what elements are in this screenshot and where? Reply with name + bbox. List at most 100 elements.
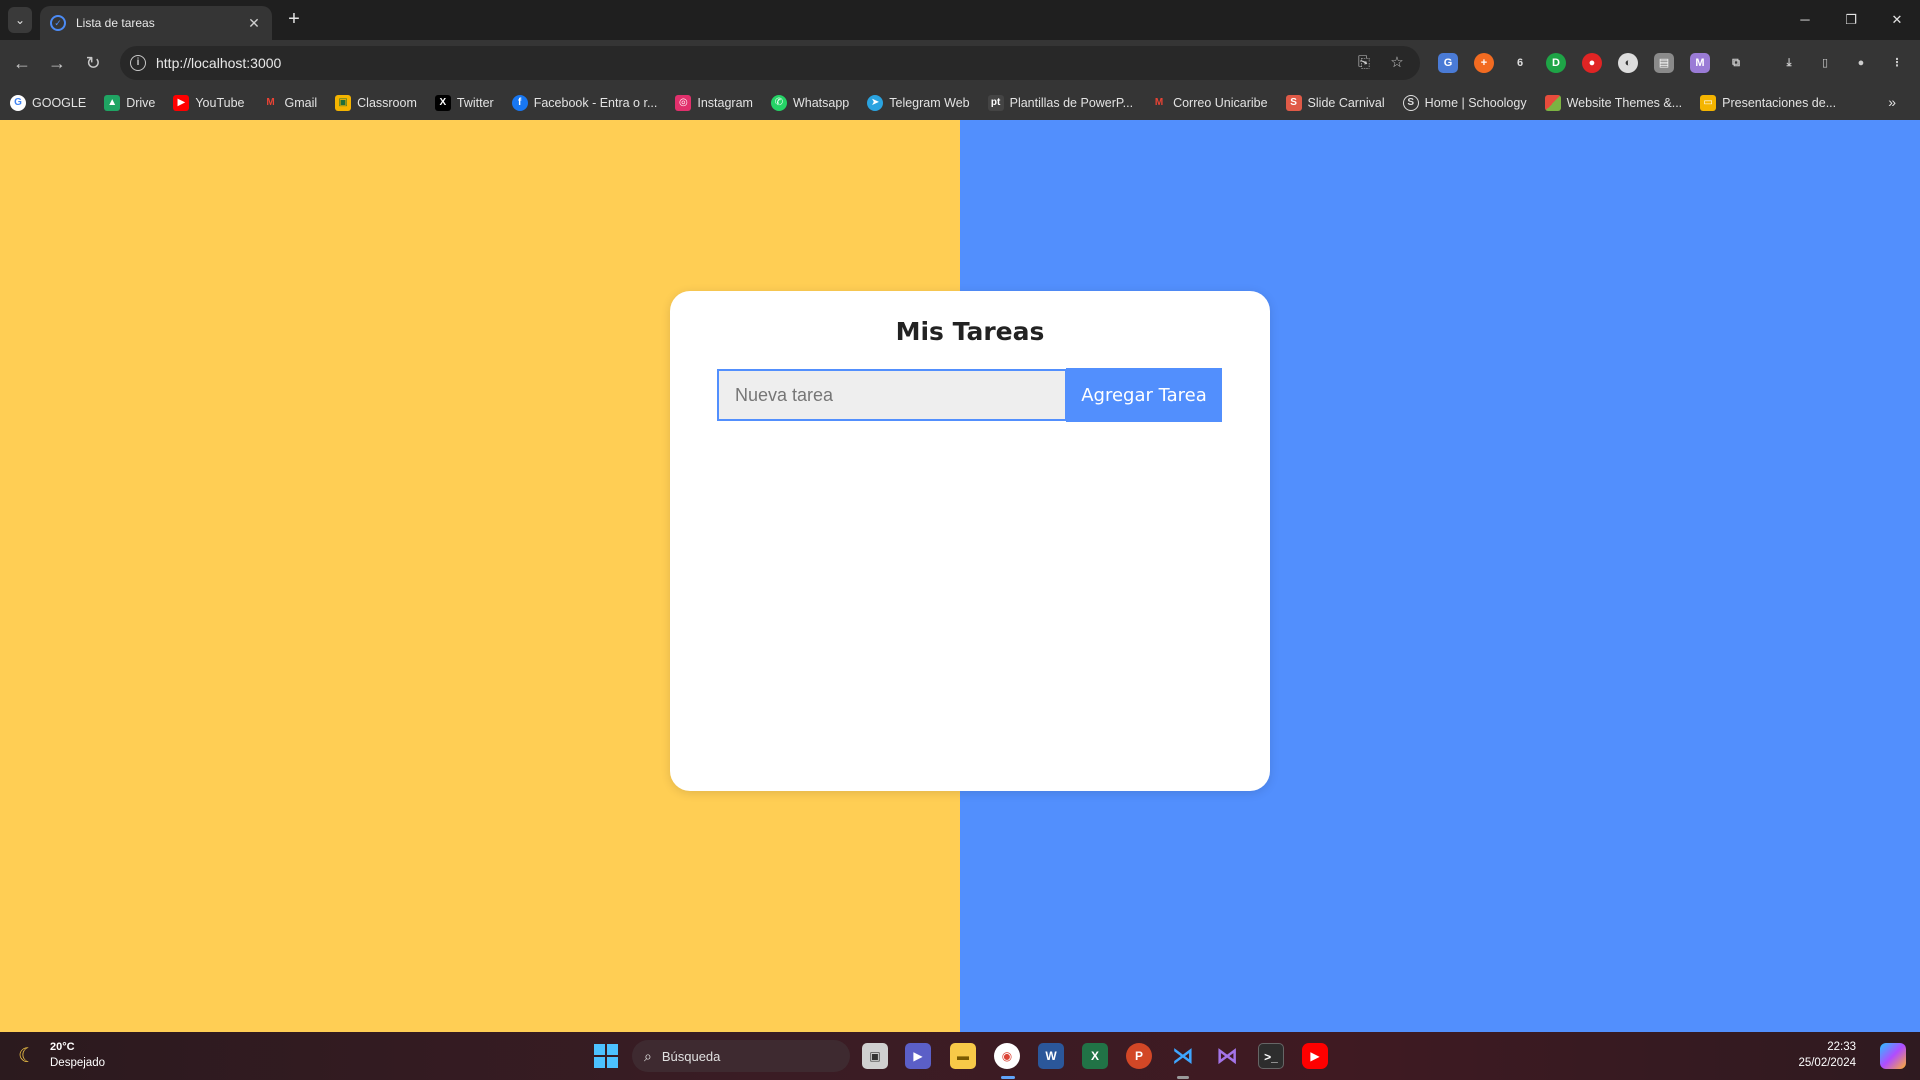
teams-icon[interactable]: ▶ xyxy=(905,1043,931,1069)
weather-description[interactable]: Despejado xyxy=(50,1057,105,1069)
themes-icon xyxy=(1544,95,1561,111)
copilot-icon[interactable] xyxy=(1880,1043,1906,1069)
excel-icon[interactable]: X xyxy=(1082,1043,1108,1069)
bookmark-label: Correo Unicaribe xyxy=(1173,96,1268,110)
youtube-icon: ▶ xyxy=(173,95,190,111)
bookmark-google[interactable]: G GOOGLE xyxy=(10,95,86,111)
new-task-input[interactable] xyxy=(717,369,1067,421)
bookmark-label: YouTube xyxy=(195,96,245,110)
bookmark-label: Facebook - Entra o r... xyxy=(533,96,658,110)
clock-time[interactable]: 22:33 xyxy=(1827,1041,1856,1053)
search-placeholder: Búsqueda xyxy=(661,1048,721,1064)
bookmark-presentaciones[interactable]: ▭ Presentaciones de... xyxy=(1700,95,1836,111)
site-info-icon[interactable]: i xyxy=(130,55,146,71)
bookmark-label: Presentaciones de... xyxy=(1722,96,1837,110)
menu-icon[interactable]: ⋮ xyxy=(1887,53,1907,73)
visual-studio-icon[interactable]: ⋈ xyxy=(1214,1043,1240,1069)
x-icon: X xyxy=(434,95,451,111)
google-icon: G xyxy=(10,95,26,111)
browser-tab-strip: ⌄ ✓ Lista de tareas ✕ + ─ ❐ ✕ xyxy=(0,0,1920,40)
extension-icon[interactable]: ▤ xyxy=(1654,53,1674,73)
vscode-icon[interactable]: ⋊ xyxy=(1170,1043,1196,1069)
bookmark-label: Plantillas de PowerP... xyxy=(1009,96,1134,110)
bookmark-whatsapp[interactable]: ✆ Whatsapp xyxy=(770,95,849,111)
bookmark-slide-carnival[interactable]: S Slide Carnival xyxy=(1285,95,1385,111)
side-panel-icon[interactable]: ▯ xyxy=(1815,53,1835,73)
running-app-indicator xyxy=(1177,1076,1189,1079)
classroom-icon: ▣ xyxy=(335,95,352,111)
bookmark-label: Instagram xyxy=(697,96,753,110)
taskbar-search[interactable]: ⌕ Búsqueda xyxy=(632,1040,850,1072)
bookmarks-bar: G GOOGLE ▲ Drive ▶ YouTube M Gmail ▣ Cla… xyxy=(0,86,1920,120)
address-url[interactable]: http://localhost:3000 xyxy=(156,55,281,71)
bookmark-telegram[interactable]: ➤ Telegram Web xyxy=(867,95,970,111)
instagram-icon: ◎ xyxy=(675,95,692,111)
add-task-button[interactable]: Agregar Tarea xyxy=(1066,368,1222,422)
reload-button[interactable]: ↻ xyxy=(81,51,105,75)
page-title: Mis Tareas xyxy=(895,317,1045,346)
windows-logo-icon xyxy=(594,1044,605,1055)
terminal-icon[interactable]: >_ xyxy=(1258,1043,1284,1069)
bookmark-drive[interactable]: ▲ Drive xyxy=(104,95,155,111)
youtube-icon[interactable]: ▶ xyxy=(1302,1043,1328,1069)
forward-button[interactable]: → xyxy=(45,51,69,75)
drive-icon: ▲ xyxy=(104,95,121,111)
word-icon[interactable]: W xyxy=(1038,1043,1064,1069)
bookmark-twitter[interactable]: X Twitter xyxy=(434,95,494,111)
install-app-icon[interactable]: ⎘ xyxy=(1354,53,1374,73)
download-icon[interactable]: ⤓ xyxy=(1779,53,1799,73)
task-view-icon[interactable]: ▣ xyxy=(862,1043,888,1069)
telegram-icon: ➤ xyxy=(867,95,884,111)
puzzle-icon[interactable]: ⧉ xyxy=(1726,53,1746,73)
bookmark-youtube[interactable]: ▶ YouTube xyxy=(173,95,244,111)
bookmark-label: Telegram Web xyxy=(889,96,970,110)
bookmark-schoology[interactable]: S Home | Schoology xyxy=(1402,95,1527,111)
slidecarnival-icon: S xyxy=(1285,95,1302,111)
profile-icon[interactable]: ● xyxy=(1851,53,1871,73)
bookmark-label: Classroom xyxy=(357,96,417,110)
extension-icon[interactable]: ● xyxy=(1582,53,1602,73)
close-window-button[interactable]: ✕ xyxy=(1874,8,1920,32)
minimize-button[interactable]: ─ xyxy=(1782,8,1828,32)
new-tab-button[interactable]: + xyxy=(282,8,306,32)
extension-icon[interactable]: D xyxy=(1546,53,1566,73)
chrome-icon[interactable]: ◉ xyxy=(994,1043,1020,1069)
start-button[interactable] xyxy=(594,1044,618,1068)
active-app-indicator xyxy=(1001,1076,1015,1079)
restore-button[interactable]: ❐ xyxy=(1828,8,1874,32)
schoology-icon: S xyxy=(1402,95,1419,111)
bookmark-correo-unicaribe[interactable]: M Correo Unicaribe xyxy=(1151,95,1268,111)
bookmark-label: Drive xyxy=(126,96,156,110)
bookmark-instagram[interactable]: ◎ Instagram xyxy=(675,95,753,111)
bookmarks-overflow-icon[interactable]: » xyxy=(1888,94,1896,110)
bookmark-classroom[interactable]: ▣ Classroom xyxy=(335,95,417,111)
back-button[interactable]: ← xyxy=(10,51,34,75)
bookmark-gmail[interactable]: M Gmail xyxy=(262,95,317,111)
bookmark-star-icon[interactable]: ☆ xyxy=(1387,53,1407,73)
windows-taskbar: ☾ 20°C Despejado ⌕ Búsqueda ▣ ▶ ▬ ◉ W X … xyxy=(0,1032,1920,1080)
translate-extension-icon[interactable]: G xyxy=(1438,53,1458,73)
address-bar[interactable]: i http://localhost:3000 ⎘ ☆ xyxy=(120,46,1420,80)
powerpoint-icon[interactable]: P xyxy=(1126,1043,1152,1069)
file-explorer-icon[interactable]: ▬ xyxy=(950,1043,976,1069)
extension-icon[interactable]: 6 xyxy=(1510,53,1530,73)
bookmark-plantillas[interactable]: pt Plantillas de PowerP... xyxy=(987,95,1134,111)
bookmark-label: Twitter xyxy=(456,96,494,110)
extension-icon[interactable]: M xyxy=(1690,53,1710,73)
tab-close-icon[interactable]: ✕ xyxy=(246,15,262,32)
browser-tab[interactable]: ✓ Lista de tareas ✕ xyxy=(40,6,272,40)
gmail-icon: M xyxy=(266,97,275,108)
bookmark-website-themes[interactable]: Website Themes &... xyxy=(1544,95,1682,111)
moon-icon[interactable]: ☾ xyxy=(18,1044,42,1068)
todo-card: Mis Tareas Agregar Tarea xyxy=(670,291,1270,791)
extension-icon[interactable]: ◐ xyxy=(1618,53,1638,73)
clock-date[interactable]: 25/02/2024 xyxy=(1798,1057,1856,1069)
extension-icon[interactable]: + xyxy=(1474,53,1494,73)
facebook-icon: f xyxy=(511,95,528,111)
whatsapp-icon: ✆ xyxy=(770,95,787,111)
weather-temperature[interactable]: 20°C xyxy=(50,1041,75,1053)
bookmark-label: Gmail xyxy=(284,96,318,110)
tab-search-button[interactable]: ⌄ xyxy=(8,7,32,33)
bookmark-label: GOOGLE xyxy=(32,96,87,110)
bookmark-facebook[interactable]: f Facebook - Entra o r... xyxy=(511,95,658,111)
